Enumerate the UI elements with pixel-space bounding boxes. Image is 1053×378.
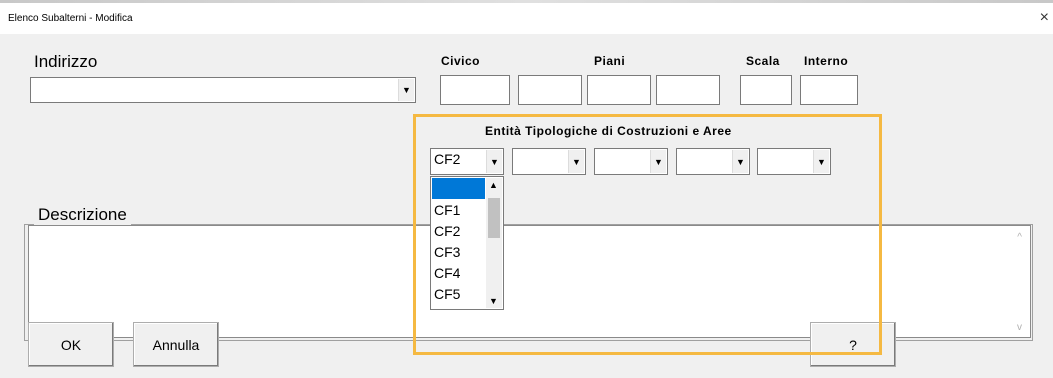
scroll-down-icon[interactable]: ▼ xyxy=(489,296,498,306)
dropdown-item-cf1[interactable]: CF1 xyxy=(432,200,485,221)
label-scala: Scala xyxy=(746,54,780,68)
dropdown-item-cf2[interactable]: CF2 xyxy=(432,221,485,242)
indirizzo-combo[interactable]: ▼ xyxy=(30,77,416,103)
piani-field-3[interactable] xyxy=(656,75,720,105)
ok-button[interactable]: OK xyxy=(28,322,114,367)
dialog-body: Indirizzo ▼ Civico Piani Scala Interno E… xyxy=(0,34,1053,378)
label-piani: Piani xyxy=(594,54,626,68)
label-interno: Interno xyxy=(804,54,849,68)
dropdown-item-cf5[interactable]: CF5 xyxy=(432,284,485,305)
scroll-thumb[interactable] xyxy=(488,198,500,238)
scala-field[interactable] xyxy=(740,75,792,105)
piani-field-1[interactable] xyxy=(518,75,582,105)
entita-dropdown-list[interactable]: CF1 CF2 CF3 CF4 CF5 ▲ ▼ xyxy=(430,176,504,310)
window-title: Elenco Subalterni - Modifica xyxy=(8,13,133,24)
piani-field-2[interactable] xyxy=(587,75,651,105)
scroll-up-icon[interactable]: ▲ xyxy=(489,180,498,190)
interno-field[interactable] xyxy=(800,75,858,105)
annulla-button[interactable]: Annulla xyxy=(133,322,219,367)
title-bar: Elenco Subalterni - Modifica × xyxy=(0,0,1053,34)
scroll-up-icon[interactable]: ^ xyxy=(1017,232,1022,243)
dropdown-scrollbar[interactable]: ▲ ▼ xyxy=(486,178,502,308)
dropdown-item-cf4[interactable]: CF4 xyxy=(432,263,485,284)
label-civico: Civico xyxy=(441,54,481,68)
dropdown-item-cf3[interactable]: CF3 xyxy=(432,242,485,263)
civico-field[interactable] xyxy=(440,75,510,105)
dropdown-item-empty[interactable] xyxy=(432,178,485,199)
label-descrizione: Descrizione xyxy=(34,205,131,225)
close-icon[interactable]: × xyxy=(1040,10,1049,26)
scroll-down-icon[interactable]: v xyxy=(1017,322,1022,333)
label-indirizzo: Indirizzo xyxy=(34,52,98,71)
chevron-down-icon[interactable]: ▼ xyxy=(398,79,414,101)
